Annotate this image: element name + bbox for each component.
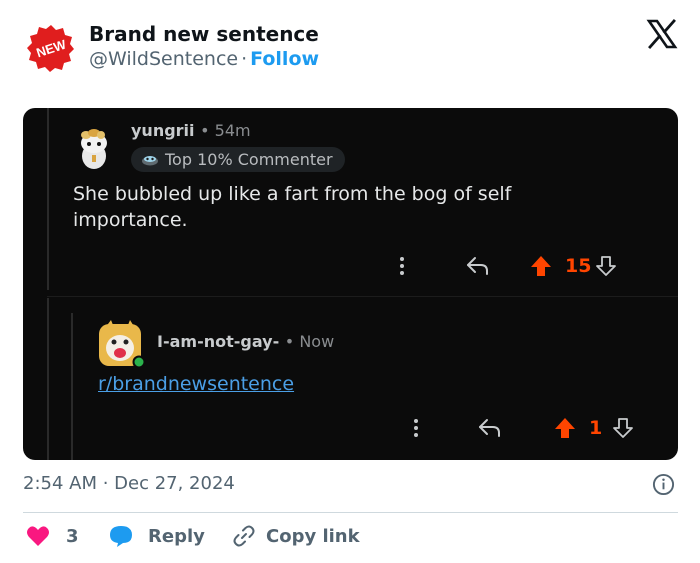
reply-label: Reply (148, 525, 205, 547)
upvote-icon (531, 256, 551, 276)
link-icon (233, 525, 255, 547)
comment-2-time: Now (299, 332, 335, 351)
x-logo-icon[interactable] (646, 18, 678, 50)
downvote-icon (596, 256, 617, 276)
thread-line (47, 108, 49, 290)
commenter-badge-icon (142, 155, 158, 165)
new-badge-avatar[interactable]: NEW (27, 24, 75, 72)
comment-divider (47, 296, 678, 297)
author-name[interactable]: Brand new sentence (89, 22, 319, 46)
follow-button[interactable]: Follow (250, 48, 319, 70)
tweet-actions: 3 Reply Copy link (0, 522, 700, 552)
snoo-avatar-icon (81, 129, 107, 169)
author-handle[interactable]: @WildSentence (89, 48, 238, 70)
meta-separator: · (241, 48, 248, 70)
upvote-icon (555, 418, 575, 438)
like-button[interactable]: 3 (26, 522, 79, 550)
comment-1-meta: yungrii • 54m (131, 121, 251, 140)
copy-link-button[interactable]: Copy link (232, 522, 360, 550)
commenter-badge: Top 10% Commenter (131, 147, 345, 172)
comment-1-body: She bubbled up like a fart from the bog … (73, 183, 512, 231)
footer-divider (23, 512, 678, 513)
comment-1-time: 54m (214, 121, 251, 140)
comment-1-actions: 15 (399, 254, 617, 278)
copy-link-label: Copy link (266, 525, 360, 547)
comment-2-votes: 1 (589, 417, 603, 439)
embedded-screenshot: yungrii • 54m Top 10% Commenter She bubb… (23, 108, 678, 460)
more-options-icon (399, 257, 405, 275)
comment-2-meta: I-am-not-gay- • Now (157, 332, 335, 351)
reply-arrow-icon (467, 257, 488, 275)
thread-line (47, 298, 49, 460)
commenter-badge-label: Top 10% Commenter (165, 150, 333, 169)
downvote-icon (613, 418, 634, 438)
tweet-header: NEW Brand new sentence @WildSentence · Fol… (0, 0, 700, 95)
reply-button[interactable]: Reply (108, 522, 205, 550)
post-timestamp[interactable]: 2:54 AM · Dec 27, 2024 (23, 473, 235, 494)
info-icon[interactable] (652, 473, 675, 496)
subreddit-link: r/brandnewsentence (98, 373, 295, 395)
heart-icon (27, 526, 49, 546)
thread-line (71, 313, 73, 460)
reply-bubble-icon (110, 526, 132, 547)
author-meta: @WildSentence · Follow (89, 48, 319, 70)
comment-2-actions: 1 (413, 416, 634, 440)
reply-arrow-icon (479, 419, 500, 437)
character-avatar-icon (99, 320, 146, 368)
like-count: 3 (66, 525, 79, 547)
comment-1-votes: 15 (565, 255, 592, 277)
comment-2-username: I-am-not-gay- (157, 332, 280, 351)
more-options-icon (413, 419, 419, 437)
comment-1-username: yungrii (131, 121, 195, 140)
